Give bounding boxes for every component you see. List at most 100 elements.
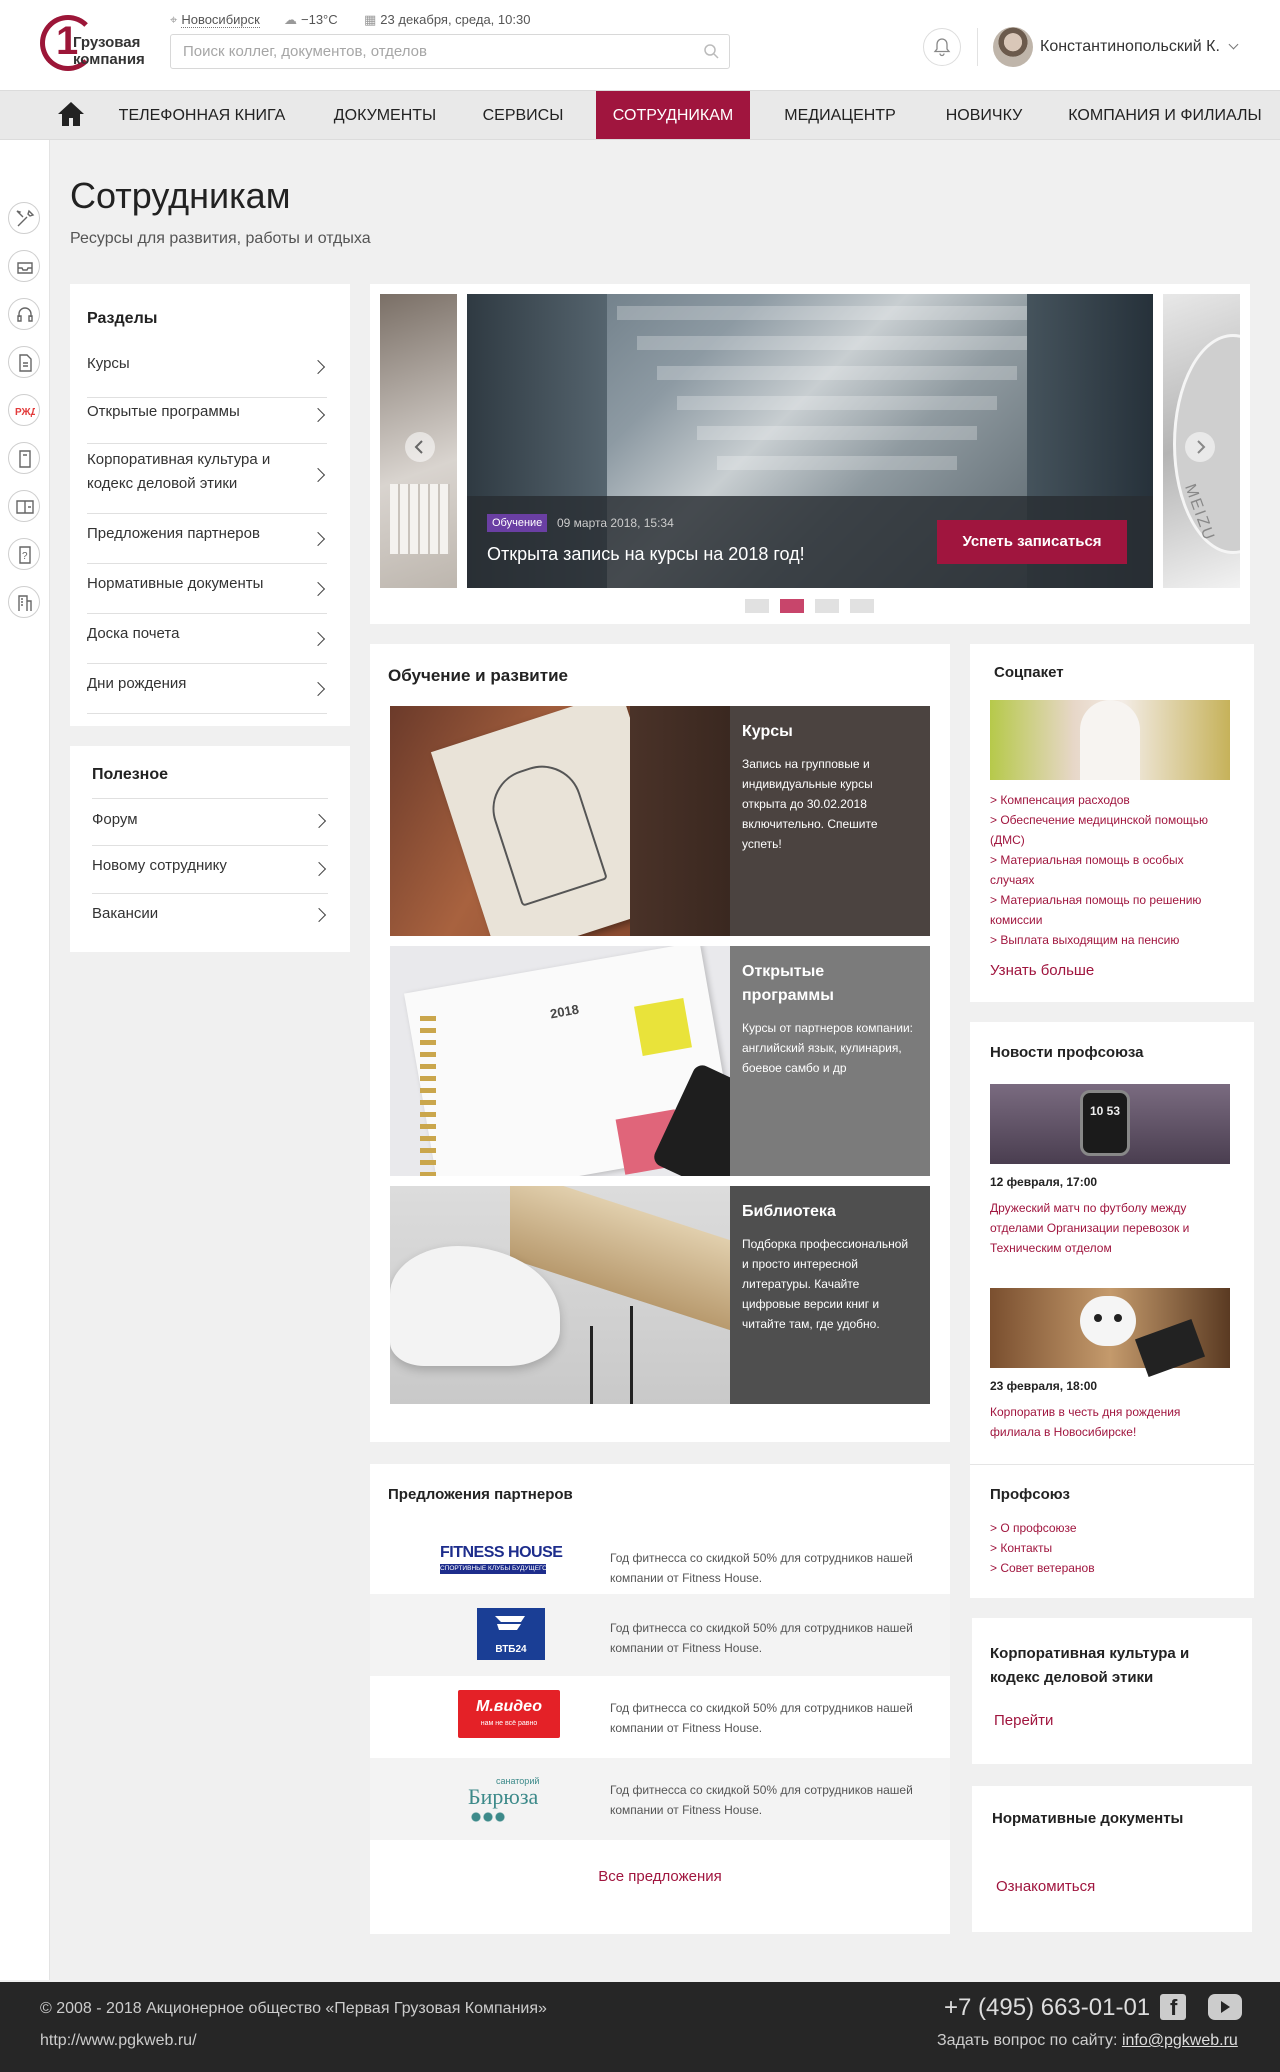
social-link[interactable]: > Материальная помощь в особых случаях xyxy=(990,850,1220,890)
partner-row-mvideo[interactable]: М.видео нам не всё равно Год фитнесса со… xyxy=(370,1676,950,1758)
documents-icon[interactable] xyxy=(8,346,40,378)
company-logo[interactable]: 1 Грузовая компания xyxy=(40,15,150,73)
slider-dot-active[interactable] xyxy=(780,599,804,613)
learn-more-link[interactable]: Узнать больше xyxy=(990,962,1094,979)
rzd-icon[interactable]: РЖД xyxy=(8,394,40,426)
nav-services[interactable]: Сервисы xyxy=(468,91,578,139)
calendar-icon: ▦ xyxy=(364,12,377,27)
section-corporate-culture[interactable]: Корпоративная культура и кодекс деловой … xyxy=(87,448,327,514)
slide-tag[interactable]: Обучение xyxy=(487,514,548,532)
section-label: Дни рождения xyxy=(87,675,187,692)
all-offers-link[interactable]: Все предложения xyxy=(370,1868,950,1885)
nav-company-branches[interactable]: Компания и филиалы xyxy=(1060,91,1270,139)
page-title: Сотрудникам xyxy=(70,175,291,216)
slide-title[interactable]: Открыта запись на курсы на 2018 год! xyxy=(487,542,805,566)
nav-media-center[interactable]: Медиацентр xyxy=(770,91,910,139)
user-avatar[interactable] xyxy=(993,27,1033,67)
union-link[interactable]: > О профсоюзе xyxy=(990,1518,1077,1538)
support-email-link[interactable]: info@pgkweb.ru xyxy=(1122,2032,1238,2049)
corporate-culture-panel: Корпоративная культура и кодекс деловой … xyxy=(972,1618,1252,1764)
facebook-icon[interactable]: f xyxy=(1160,1994,1186,2020)
slider-prev-button[interactable] xyxy=(405,432,435,462)
chevron-right-icon xyxy=(310,407,326,423)
tools-icon[interactable] xyxy=(8,202,40,234)
nav-newcomer[interactable]: Новичку xyxy=(930,91,1038,139)
svg-text:?: ? xyxy=(22,551,28,562)
learning-card-text: Курсы от партнеров компании: английский … xyxy=(742,1021,914,1075)
nav-documents[interactable]: Документы xyxy=(318,91,452,139)
help-icon[interactable]: ? xyxy=(8,538,40,570)
wallet-book-icon[interactable] xyxy=(8,490,40,522)
current-date: ▦ 23 декабря, среда, 10:30 xyxy=(364,11,530,29)
slider-next-button[interactable] xyxy=(1185,432,1215,462)
chevron-right-icon xyxy=(1197,440,1206,454)
page-subtitle: Ресурсы для развития, работы и отдыха xyxy=(70,230,371,247)
learning-card-courses[interactable]: Курсы Запись на групповые и индивидуальн… xyxy=(390,706,930,936)
youtube-icon[interactable] xyxy=(1208,1994,1242,2020)
robot-image[interactable] xyxy=(990,1288,1230,1378)
weather-temp: −13°C xyxy=(301,12,338,27)
learning-card-library[interactable]: Библиотека Подборка профессиональной и п… xyxy=(390,1186,930,1404)
news-title-link[interactable]: Дружеский матч по футболу между отделами… xyxy=(990,1198,1230,1258)
union-link[interactable]: > Контакты xyxy=(990,1538,1052,1558)
planner-image: 2018 xyxy=(390,946,780,1176)
social-link[interactable]: > Обеспечение медицинской помощью (ДМС) xyxy=(990,810,1240,850)
site-url-link[interactable]: http://www.pgkweb.ru/ xyxy=(40,2030,197,2052)
partner-offer-text: Год фитнесса со скидкой 50% для сотрудни… xyxy=(610,1621,913,1655)
union-news-panel: Новости профсоюза 10 53 12 февраля, 17:0… xyxy=(970,1022,1254,1598)
chevron-right-icon xyxy=(310,631,326,647)
section-label: Курсы xyxy=(87,355,130,372)
user-name: Константинопольский К. xyxy=(1040,38,1220,55)
partner-offer-text: Год фитнесса со скидкой 50% для сотрудни… xyxy=(610,1701,913,1735)
slider-dot[interactable] xyxy=(815,599,839,613)
useful-new-employee[interactable]: Новому сотруднику xyxy=(92,854,328,894)
culture-go-link[interactable]: Перейти xyxy=(994,1712,1053,1729)
section-partner-offers[interactable]: Предложения партнеров xyxy=(87,522,327,564)
union-link[interactable]: > Совет ветеранов xyxy=(990,1558,1095,1578)
section-honor-board[interactable]: Доска почета xyxy=(87,622,327,664)
social-link[interactable]: > Материальная помощь по решению комисси… xyxy=(990,890,1240,930)
book-icon[interactable] xyxy=(8,442,40,474)
building-icon[interactable] xyxy=(8,586,40,618)
nav-phonebook[interactable]: Телефонная книга xyxy=(104,91,300,139)
slider-dot[interactable] xyxy=(850,599,874,613)
home-icon[interactable] xyxy=(57,101,85,127)
notifications-button[interactable] xyxy=(923,28,961,66)
slide-caption: Обучение 09 марта 2018, 15:34 Открыта за… xyxy=(467,496,1153,588)
inbox-icon[interactable] xyxy=(8,250,40,282)
useful-forum[interactable]: Форум xyxy=(92,808,328,846)
section-courses[interactable]: Курсы xyxy=(87,352,327,398)
smartwatch-image[interactable]: 10 53 xyxy=(990,1084,1230,1164)
section-birthdays[interactable]: Дни рождения xyxy=(87,672,327,714)
site-question: Задать вопрос по сайту: info@pgkweb.ru xyxy=(937,2030,1238,2052)
section-regulatory-docs[interactable]: Нормативные документы xyxy=(87,572,327,614)
social-link[interactable]: > Выплата выходящим на пенсию xyxy=(990,930,1240,950)
slide-date: 09 марта 2018, 15:34 xyxy=(557,516,674,530)
phone-number[interactable]: +7 (495) 663-01-01 xyxy=(944,1992,1150,2024)
news-title-link[interactable]: Корпоратив в честь дня рождения филиала … xyxy=(990,1402,1220,1442)
social-link[interactable]: > Компенсация расходов xyxy=(990,790,1240,810)
section-open-programs[interactable]: Открытые программы xyxy=(87,398,327,444)
user-menu[interactable]: Константинопольский К. xyxy=(1040,36,1239,58)
city-selector[interactable]: ⌖ Новосибирск xyxy=(170,11,260,29)
biryuza-logo: санаторий Бирюза xyxy=(468,1776,558,1824)
news-date: 12 февраля, 17:00 xyxy=(990,1175,1098,1189)
nav-employees[interactable]: Сотрудникам xyxy=(596,91,750,139)
norms-read-link[interactable]: Ознакомиться xyxy=(996,1878,1095,1895)
partner-row-biryuza[interactable]: санаторий Бирюза Год фитнесса со скидкой… xyxy=(370,1758,950,1840)
news-slider: MEIZU Обучение 09 марта 2018, 15:34 Откр… xyxy=(370,284,1250,624)
slider-dot[interactable] xyxy=(745,599,769,613)
learning-card-open-programs[interactable]: 2018 Открытые программы Курсы от партнер… xyxy=(390,946,930,1176)
useful-vacancies[interactable]: Вакансии xyxy=(92,902,328,932)
chevron-right-icon xyxy=(310,581,326,597)
search-input[interactable] xyxy=(171,35,681,68)
chair-table-image xyxy=(390,1186,740,1404)
partner-row-vtb24[interactable]: ВТБ24 Год фитнесса со скидкой 50% для со… xyxy=(370,1594,950,1676)
learning-heading: Обучение и развитие xyxy=(388,666,568,685)
learning-card-title: Курсы xyxy=(742,723,793,740)
current-date-text: 23 декабря, среда, 10:30 xyxy=(380,12,531,27)
union-heading: Профсоюз xyxy=(990,1486,1071,1503)
headset-icon[interactable] xyxy=(8,298,40,330)
enroll-button[interactable]: Успеть записаться xyxy=(937,520,1127,564)
search-icon[interactable] xyxy=(703,43,719,59)
